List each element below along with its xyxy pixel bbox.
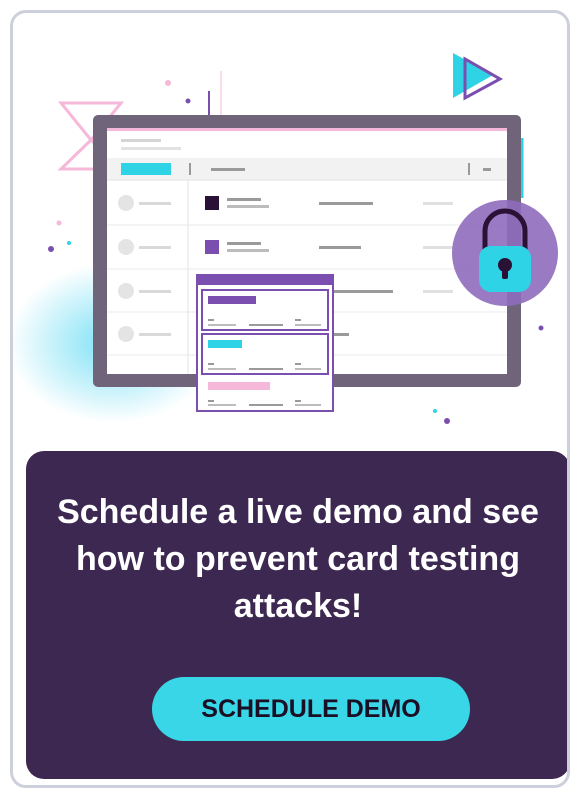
schedule-demo-button[interactable]: SCHEDULE DEMO: [152, 677, 470, 741]
demo-card: Schedule a live demo and see how to prev…: [10, 10, 570, 788]
promo-panel: Schedule a live demo and see how to prev…: [26, 451, 567, 779]
transaction-panel: [196, 274, 334, 412]
promo-headline: Schedule a live demo and see how to prev…: [57, 493, 539, 625]
lock-icon: [452, 200, 558, 306]
play-icon: [453, 53, 504, 101]
dashboard-illustration: [13, 53, 558, 424]
